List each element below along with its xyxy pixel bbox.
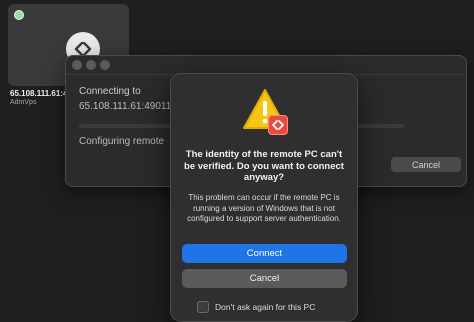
pc-name: 65.108.111.61:4 — [10, 89, 68, 98]
connecting-title: Connecting to — [79, 86, 141, 97]
remote-desktop-badge-icon — [268, 115, 288, 135]
pc-user: AdmVps — [10, 99, 37, 106]
identity-alert-dialog: The identity of the remote PC can't be v… — [170, 73, 358, 322]
alert-message: This problem can occur if the remote PC … — [187, 193, 341, 223]
minimize-window-icon[interactable] — [86, 60, 96, 70]
connecting-address: 65.108.111.61:49011 — [79, 101, 172, 112]
status-dot-icon — [14, 10, 24, 20]
zoom-window-icon[interactable] — [100, 60, 110, 70]
dont-ask-again-row[interactable]: Don't ask again for this PC — [197, 301, 315, 313]
connecting-cancel-button[interactable]: Cancel — [391, 157, 461, 172]
connection-status: Configuring remote — [79, 136, 165, 147]
alert-title: The identity of the remote PC can't be v… — [184, 149, 344, 183]
connect-button[interactable]: Connect — [182, 244, 347, 263]
dont-ask-again-checkbox[interactable] — [197, 301, 209, 313]
close-window-icon[interactable] — [72, 60, 82, 70]
cancel-button[interactable]: Cancel — [182, 269, 347, 288]
dont-ask-again-label: Don't ask again for this PC — [215, 302, 316, 312]
